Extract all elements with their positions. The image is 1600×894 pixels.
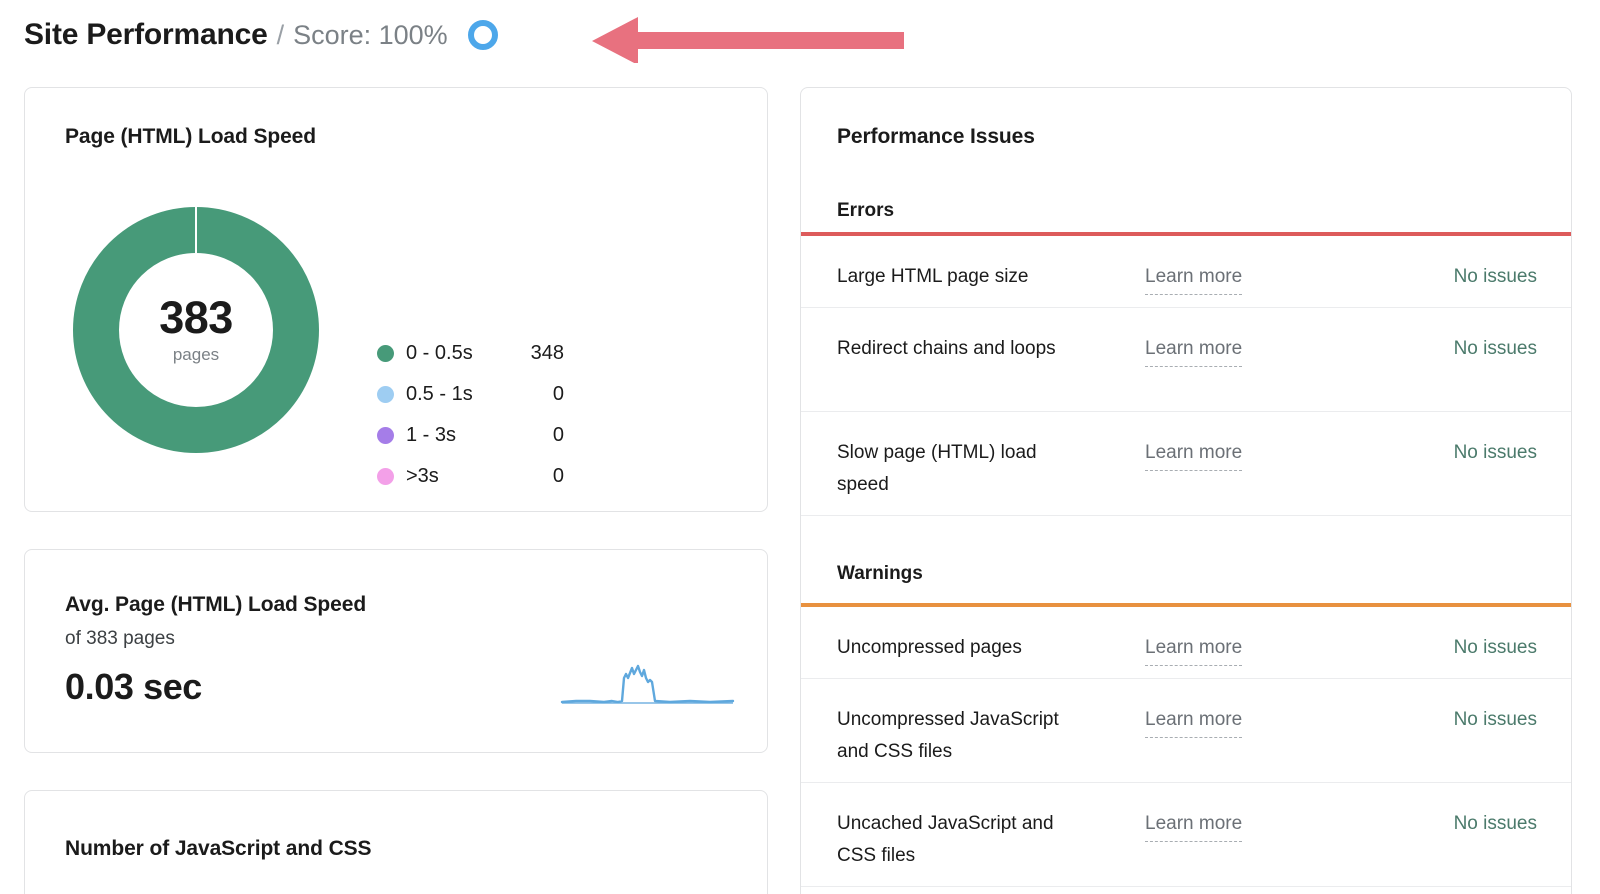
page-load-speed-card: Page (HTML) Load Speed 383 pages 0 - 0.5… — [24, 87, 768, 512]
card-title-load-speed: Page (HTML) Load Speed — [65, 125, 316, 149]
legend-value: 0 — [518, 383, 564, 406]
section-heading-errors: Errors — [837, 200, 894, 222]
title-separator: / — [277, 18, 285, 52]
status-badge: No issues — [1454, 261, 1537, 293]
donut-unit-label: pages — [173, 345, 219, 365]
learn-more-link[interactable]: Learn more — [1145, 261, 1242, 295]
status-badge: No issues — [1454, 704, 1537, 736]
issue-name: Redirect chains and loops — [837, 333, 1067, 365]
legend-color-dot — [377, 345, 394, 362]
annotation-arrow-icon — [592, 15, 904, 63]
legend-label: >3s — [406, 465, 518, 488]
status-badge: No issues — [1454, 437, 1537, 469]
legend-color-dot — [377, 468, 394, 485]
section-heading-warnings: Warnings — [837, 563, 923, 585]
table-row[interactable]: Large HTML page size Learn more No issue… — [801, 236, 1572, 308]
table-row[interactable]: Slow page (HTML) load speed Learn more N… — [801, 412, 1572, 516]
legend-item: >3s 0 — [377, 456, 564, 497]
legend-value: 348 — [518, 342, 564, 365]
status-badge: No issues — [1454, 632, 1537, 664]
learn-more-link[interactable]: Learn more — [1145, 632, 1242, 666]
avg-page-load-speed-card: Avg. Page (HTML) Load Speed of 383 pages… — [24, 549, 768, 753]
score-label: Score: 100% — [293, 18, 448, 52]
learn-more-link[interactable]: Learn more — [1145, 437, 1242, 471]
status-badge: No issues — [1454, 808, 1537, 840]
legend-color-dot — [377, 386, 394, 403]
legend-label: 0.5 - 1s — [406, 383, 518, 406]
legend-item: 0.5 - 1s 0 — [377, 374, 564, 415]
status-badge: No issues — [1454, 333, 1537, 365]
issue-name: Uncompressed JavaScript and CSS files — [837, 704, 1067, 768]
avg-speed-sparkline-chart — [560, 658, 735, 708]
card-title-performance-issues: Performance Issues — [837, 125, 1035, 149]
issue-name: Large HTML page size — [837, 261, 1067, 293]
number-of-js-and-css-card: Number of JavaScript and CSS — [24, 790, 768, 894]
donut-value: 383 — [159, 295, 233, 341]
legend-label: 0 - 0.5s — [406, 342, 518, 365]
performance-issues-panel: Performance Issues Errors Large HTML pag… — [800, 87, 1572, 894]
page-title: Site Performance — [24, 18, 268, 52]
card-title-avg-speed: Avg. Page (HTML) Load Speed — [65, 593, 366, 617]
table-row[interactable]: Uncompressed JavaScript and CSS files Le… — [801, 679, 1572, 783]
issue-name: Uncompressed pages — [837, 632, 1067, 664]
table-row[interactable]: Redirect chains and loops Learn more No … — [801, 308, 1572, 412]
legend-item: 0 - 0.5s 348 — [377, 333, 564, 374]
card-title-js-css: Number of JavaScript and CSS — [65, 837, 371, 861]
score-ring-icon — [468, 20, 498, 50]
learn-more-link[interactable]: Learn more — [1145, 333, 1242, 367]
issue-name: Slow page (HTML) load speed — [837, 437, 1067, 501]
legend-value: 0 — [518, 465, 564, 488]
page-header: Site Performance / Score: 100% — [24, 12, 498, 58]
learn-more-link[interactable]: Learn more — [1145, 704, 1242, 738]
avg-speed-value: 0.03 sec — [65, 666, 202, 708]
site-performance-page: Site Performance / Score: 100% Page (HTM… — [0, 0, 1600, 894]
legend-color-dot — [377, 427, 394, 444]
load-speed-donut-chart: 383 pages — [67, 201, 325, 459]
legend-value: 0 — [518, 424, 564, 447]
avg-speed-subtitle: of 383 pages — [65, 628, 175, 650]
table-row[interactable]: Uncompressed pages Learn more No issues — [801, 607, 1572, 679]
donut-center-labels: 383 pages — [67, 201, 325, 459]
load-speed-legend: 0 - 0.5s 348 0.5 - 1s 0 1 - 3s 0 >3s 0 — [377, 333, 564, 497]
issue-name: Uncached JavaScript and CSS files — [837, 808, 1067, 872]
legend-label: 1 - 3s — [406, 424, 518, 447]
learn-more-link[interactable]: Learn more — [1145, 808, 1242, 842]
table-row[interactable]: Uncached JavaScript and CSS files Learn … — [801, 783, 1572, 887]
legend-item: 1 - 3s 0 — [377, 415, 564, 456]
